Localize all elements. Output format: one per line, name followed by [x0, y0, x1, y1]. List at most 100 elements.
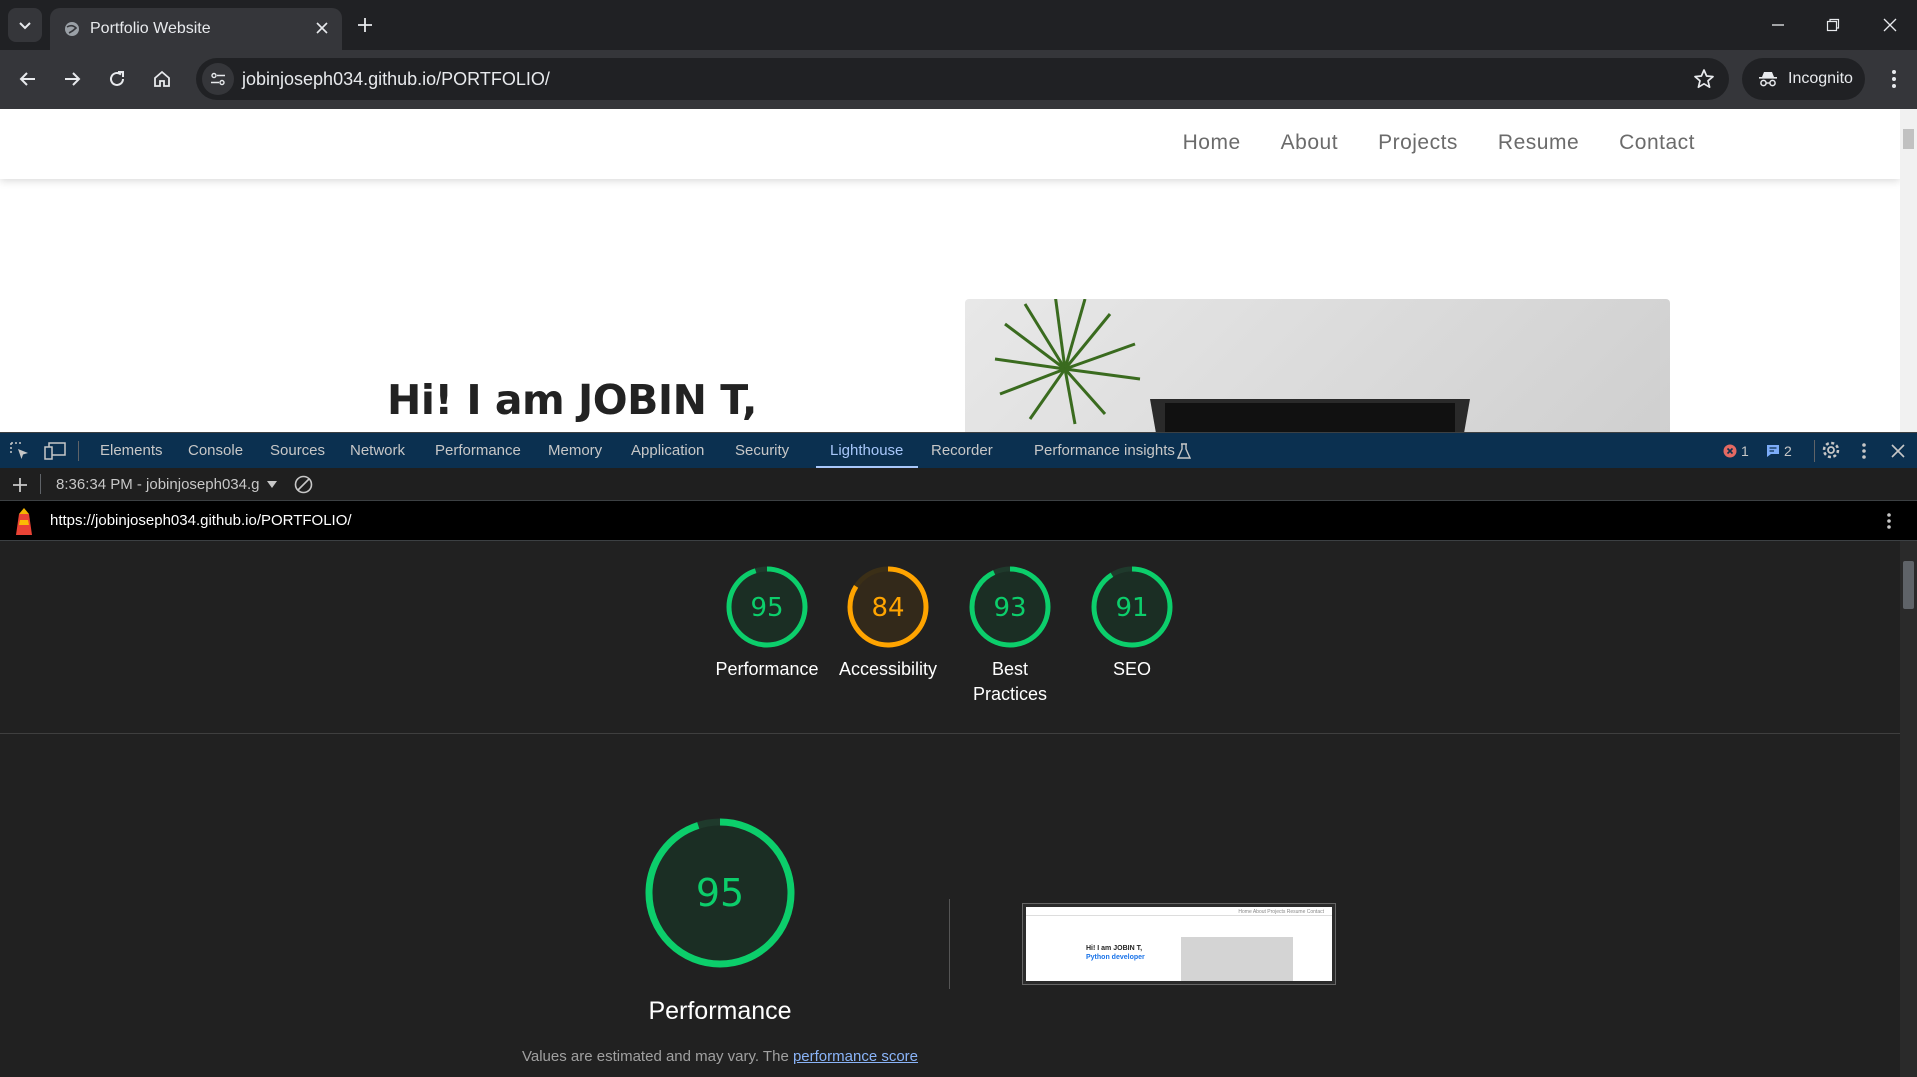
- report-selector-label: 8:36:34 PM - jobinjoseph034.g: [56, 476, 260, 493]
- svg-text:95: 95: [750, 593, 783, 623]
- report-more-icon[interactable]: [1886, 512, 1892, 530]
- tab-sources[interactable]: Sources: [270, 442, 325, 459]
- error-icon: [1723, 444, 1737, 458]
- score-label-accessibility: Accessibility: [838, 659, 938, 679]
- site-info-button[interactable]: [202, 63, 234, 95]
- tab-network[interactable]: Network: [350, 442, 405, 459]
- tab-close-icon[interactable]: [312, 18, 332, 38]
- score-label-seo: SEO: [1112, 659, 1151, 679]
- incognito-label: Incognito: [1788, 70, 1853, 87]
- experiment-flask-icon: [1177, 443, 1191, 459]
- site-nav-about[interactable]: About: [1281, 131, 1338, 155]
- page-scrollbar-thumb[interactable]: [1903, 129, 1914, 149]
- tab-recorder[interactable]: Recorder: [931, 442, 993, 459]
- report-url: https://jobinjoseph034.github.io/PORTFOL…: [50, 512, 352, 529]
- desk-plant-laptop-image: [994, 299, 1470, 432]
- browser-menu-button[interactable]: [1880, 64, 1908, 94]
- svg-text:95: 95: [696, 871, 744, 915]
- browser-tab-bar: Portfolio Website: [0, 0, 1917, 50]
- tab-application[interactable]: Application: [631, 442, 704, 459]
- inspect-element-icon[interactable]: [10, 442, 30, 460]
- incognito-badge[interactable]: Incognito: [1742, 58, 1865, 100]
- restore-button[interactable]: [1820, 12, 1846, 38]
- report-vertical-separator: [949, 899, 950, 989]
- tab-security[interactable]: Security: [735, 442, 789, 459]
- minimize-button[interactable]: [1765, 12, 1791, 38]
- message-count: 2: [1784, 443, 1792, 459]
- reload-button[interactable]: [103, 65, 131, 93]
- report-selector[interactable]: 8:36:34 PM - jobinjoseph034.g: [56, 476, 278, 493]
- site-nav-projects[interactable]: Projects: [1378, 131, 1458, 155]
- plus-icon: [358, 18, 372, 32]
- thumb-subtitle: Python developer: [1086, 954, 1145, 961]
- toolbar-separator: [40, 474, 41, 494]
- browser-tab-active[interactable]: Portfolio Website: [50, 8, 342, 50]
- url-text: jobinjoseph034.github.io/PORTFOLIO/: [242, 69, 550, 90]
- device-toolbar-icon[interactable]: [44, 442, 66, 460]
- performance-note-text: Values are estimated and may vary. The: [521, 1048, 793, 1065]
- svg-text:93: 93: [993, 593, 1026, 623]
- devtools-separator: [78, 441, 79, 461]
- dropdown-triangle-icon: [267, 480, 278, 488]
- gear-icon[interactable]: [1821, 440, 1841, 460]
- globe-icon: [65, 22, 79, 36]
- home-button[interactable]: [148, 65, 176, 93]
- devtools-tab-strip: Elements Console Sources Network Perform…: [0, 432, 1917, 469]
- score-label-performance: Performance: [715, 659, 819, 679]
- error-count: 1: [1741, 443, 1749, 459]
- tab-search-button[interactable]: [8, 8, 42, 42]
- site-nav-home[interactable]: Home: [1183, 131, 1241, 155]
- restore-icon: [1826, 18, 1840, 32]
- score-gauge-accessibility[interactable]: 84 Accessibility: [828, 565, 948, 682]
- bookmark-star-icon[interactable]: [1693, 68, 1715, 90]
- report-divider: [0, 733, 1900, 734]
- score-gauge-best-practices[interactable]: 93 Best Practices: [950, 565, 1070, 707]
- tab-lighthouse[interactable]: Lighthouse: [830, 442, 903, 459]
- devtools-separator-right: [1814, 440, 1815, 462]
- home-icon: [154, 70, 170, 87]
- close-window-button[interactable]: [1877, 12, 1903, 38]
- url-host: jobinjoseph034.github.io: [242, 69, 437, 89]
- error-counter[interactable]: 1: [1723, 443, 1749, 459]
- back-button[interactable]: [14, 65, 42, 93]
- report-url-bar: https://jobinjoseph034.github.io/PORTFOL…: [0, 501, 1917, 541]
- lighthouse-logo-icon: [16, 508, 32, 535]
- page-scrollbar[interactable]: [1900, 109, 1917, 432]
- site-navbar: Home About Projects Resume Contact: [0, 109, 1900, 179]
- address-bar[interactable]: jobinjoseph034.github.io/PORTFOLIO/: [196, 58, 1729, 100]
- report-scrollbar-thumb[interactable]: [1903, 561, 1914, 609]
- score-gauge-seo[interactable]: 91 SEO: [1072, 565, 1192, 682]
- performance-main-label: Performance: [648, 997, 792, 1025]
- browser-toolbar: jobinjoseph034.github.io/PORTFOLIO/ Inco…: [0, 50, 1917, 109]
- tab-memory[interactable]: Memory: [548, 442, 602, 459]
- tab-console[interactable]: Console: [188, 442, 243, 459]
- final-screenshot-thumbnail[interactable]: Home About Projects Resume Contact Hi! I…: [1022, 903, 1336, 985]
- score-gauge-performance[interactable]: 95 Performance: [707, 565, 827, 682]
- site-nav-resume[interactable]: Resume: [1498, 131, 1579, 155]
- message-counter[interactable]: 2: [1766, 443, 1792, 459]
- more-vertical-icon: [1892, 70, 1896, 88]
- performance-score-link[interactable]: performance score: [793, 1048, 918, 1065]
- incognito-icon: [1759, 72, 1777, 87]
- report-scrollbar[interactable]: [1900, 541, 1917, 1077]
- forward-button[interactable]: [58, 65, 86, 93]
- thumb-nav-line: [1026, 915, 1332, 916]
- new-tab-button[interactable]: [352, 12, 378, 38]
- site-nav-contact[interactable]: Contact: [1619, 131, 1695, 155]
- tab-elements[interactable]: Elements: [100, 442, 163, 459]
- hero-title: Hi! I am JOBIN T,: [387, 376, 757, 424]
- thumb-title: Hi! I am JOBIN T,: [1086, 945, 1143, 952]
- svg-text:84: 84: [871, 593, 904, 623]
- arrow-left-icon: [19, 72, 35, 86]
- arrow-right-icon: [65, 72, 81, 86]
- clear-block-icon[interactable]: [294, 475, 313, 494]
- reload-icon: [110, 71, 124, 86]
- page-viewport: Home About Projects Resume Contact Hi! I…: [0, 109, 1917, 432]
- devtools-close-icon[interactable]: [1891, 444, 1905, 458]
- new-report-plus-icon[interactable]: [12, 477, 28, 493]
- tab-performance[interactable]: Performance: [435, 442, 521, 459]
- tab-performance-insights[interactable]: Performance insights: [1034, 442, 1175, 459]
- minimize-icon: [1772, 24, 1784, 26]
- performance-note: Values are estimated and may vary. The p…: [440, 1046, 1000, 1068]
- devtools-more-icon[interactable]: [1861, 442, 1867, 460]
